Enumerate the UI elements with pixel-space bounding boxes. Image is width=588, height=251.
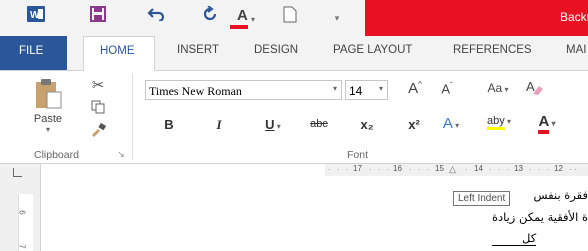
ruler-ticks: · · · [369, 165, 392, 174]
customize-quick-access-icon[interactable]: ▾ [330, 6, 344, 30]
group-divider [132, 74, 133, 160]
ruler-ticks: · · · [328, 165, 351, 174]
change-case-button[interactable]: Aa ▾ [479, 81, 517, 95]
strikethrough-button[interactable]: abc [307, 118, 331, 130]
dropdown-arrow-icon: ▾ [250, 15, 255, 24]
ruler-number: 16 [393, 164, 402, 173]
document-line-3: كل [470, 231, 588, 246]
ruler-ticks: · [465, 165, 468, 174]
new-document-icon[interactable] [280, 6, 300, 30]
cut-icon[interactable]: ✂ [88, 76, 108, 94]
bold-button[interactable]: B [160, 117, 178, 132]
clipboard-group-label: Clipboard [34, 149, 79, 161]
ruler-number: 12 [554, 164, 563, 173]
tab-design[interactable]: DESIGN [254, 44, 298, 56]
tab-selector-icon[interactable] [13, 168, 22, 177]
save-icon[interactable] [88, 6, 108, 30]
clear-formatting-icon: A [526, 79, 543, 95]
ruler-number: 6 [17, 210, 27, 215]
clipboard-launcher-icon[interactable]: ↘ [116, 149, 126, 160]
paste-button[interactable]: Paste ▾ [28, 76, 68, 136]
redo-icon[interactable] [200, 5, 220, 30]
tab-home-label: HOME [100, 45, 135, 57]
ruler-ticks: · · · [489, 165, 512, 174]
horizontal-ruler: · · · 17 · · · 16 · · · 15 △ · 14 · · · … [325, 164, 588, 176]
left-indent-marker-icon[interactable]: △ [449, 164, 456, 175]
vertical-ruler: 6 7 [0, 164, 41, 251]
copy-icon[interactable] [88, 100, 108, 118]
clear-formatting-button[interactable]: A [524, 78, 544, 99]
ruler-number: 13 [514, 164, 523, 173]
font-size-combo[interactable]: 14 ▾ [345, 80, 388, 100]
subscript-button[interactable]: x₂ [356, 117, 378, 132]
underline-button[interactable]: U ▾ [258, 117, 288, 132]
grow-font-button[interactable]: A^ [404, 80, 426, 97]
ruler-number: 7 [17, 244, 27, 249]
paste-icon [36, 79, 62, 109]
ruler-number: 15 [435, 164, 444, 173]
highlight-button[interactable]: aby ▾ [482, 115, 516, 130]
document-line-2: ة الأفقية يمكن زيادة [491, 210, 588, 224]
tab-page-layout[interactable]: PAGE LAYOUT [333, 44, 412, 56]
font-name-dropdown-icon[interactable]: ▾ [333, 84, 337, 93]
italic-button[interactable]: I [210, 117, 228, 133]
ruler-ticks: · · · [409, 165, 432, 174]
text-effects-button[interactable]: A ▾ [436, 115, 466, 132]
shrink-font-button[interactable]: Aˇ [436, 81, 458, 96]
font-color-button[interactable]: A ▾ [532, 113, 562, 134]
tab-file-label: FILE [19, 45, 44, 57]
font-color-quick-icon[interactable]: A ▾ [230, 6, 262, 30]
paste-dropdown-icon: ▾ [45, 125, 50, 134]
window-title: Backu [560, 10, 588, 24]
undo-icon[interactable] [146, 6, 166, 30]
svg-text:A: A [526, 79, 535, 94]
color-swatch [230, 25, 248, 29]
superscript-button[interactable]: x² [403, 117, 425, 132]
word-app-icon[interactable]: W [26, 6, 46, 30]
vertical-ruler-track [18, 194, 33, 251]
ruler-ticks: · · [569, 165, 577, 174]
font-group-label: Font [347, 149, 369, 161]
font-name-value: Times New Roman [149, 84, 242, 98]
ruler-ticks: · · · [529, 165, 552, 174]
tab-references[interactable]: REFERENCES [453, 44, 532, 56]
left-indent-tooltip: Left Indent [453, 191, 511, 206]
title-bar-accent [365, 0, 588, 36]
tab-mailings[interactable]: MAI [566, 44, 586, 56]
tab-insert[interactable]: INSERT [177, 44, 219, 56]
ruler-number: 14 [474, 164, 483, 173]
font-name-combo[interactable]: Times New Roman ▾ [145, 80, 342, 100]
format-painter-icon[interactable] [88, 122, 108, 141]
font-size-value: 14 [349, 84, 363, 98]
paste-label: Paste [33, 113, 63, 125]
font-size-dropdown-icon[interactable]: ▾ [379, 84, 383, 93]
ruler-number: 17 [353, 164, 362, 173]
